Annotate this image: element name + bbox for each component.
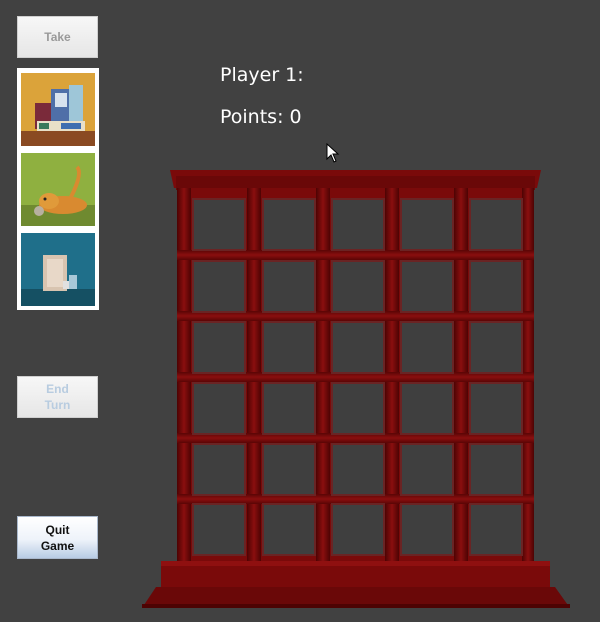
board-slot[interactable]: [400, 443, 454, 496]
board-slot[interactable]: [331, 198, 385, 251]
board-slot[interactable]: [469, 198, 523, 251]
board-slot[interactable]: [262, 260, 316, 313]
board-slot[interactable]: [400, 260, 454, 313]
board-slot[interactable]: [192, 321, 246, 374]
board-slot[interactable]: [400, 198, 454, 251]
board-slot[interactable]: [400, 321, 454, 374]
board-slot[interactable]: [262, 443, 316, 496]
board-slot[interactable]: [469, 321, 523, 374]
board-slot[interactable]: [469, 382, 523, 435]
board-slot[interactable]: [262, 321, 316, 374]
board-slot[interactable]: [192, 198, 246, 251]
board-slot[interactable]: [192, 503, 246, 556]
board-slot[interactable]: [469, 443, 523, 496]
board-slot[interactable]: [331, 443, 385, 496]
board-slot[interactable]: [262, 198, 316, 251]
board-slot[interactable]: [469, 503, 523, 556]
board-slot[interactable]: [400, 503, 454, 556]
board-slot[interactable]: [192, 260, 246, 313]
board-slot[interactable]: [331, 260, 385, 313]
board-slot[interactable]: [262, 503, 316, 556]
board-slot[interactable]: [331, 503, 385, 556]
board-slot[interactable]: [331, 321, 385, 374]
board-slot[interactable]: [331, 382, 385, 435]
board-slot[interactable]: [192, 382, 246, 435]
board-slot[interactable]: [192, 443, 246, 496]
board-slot[interactable]: [400, 382, 454, 435]
mouse-cursor-icon: [326, 143, 340, 163]
board-slot[interactable]: [469, 260, 523, 313]
board-slot[interactable]: [262, 382, 316, 435]
